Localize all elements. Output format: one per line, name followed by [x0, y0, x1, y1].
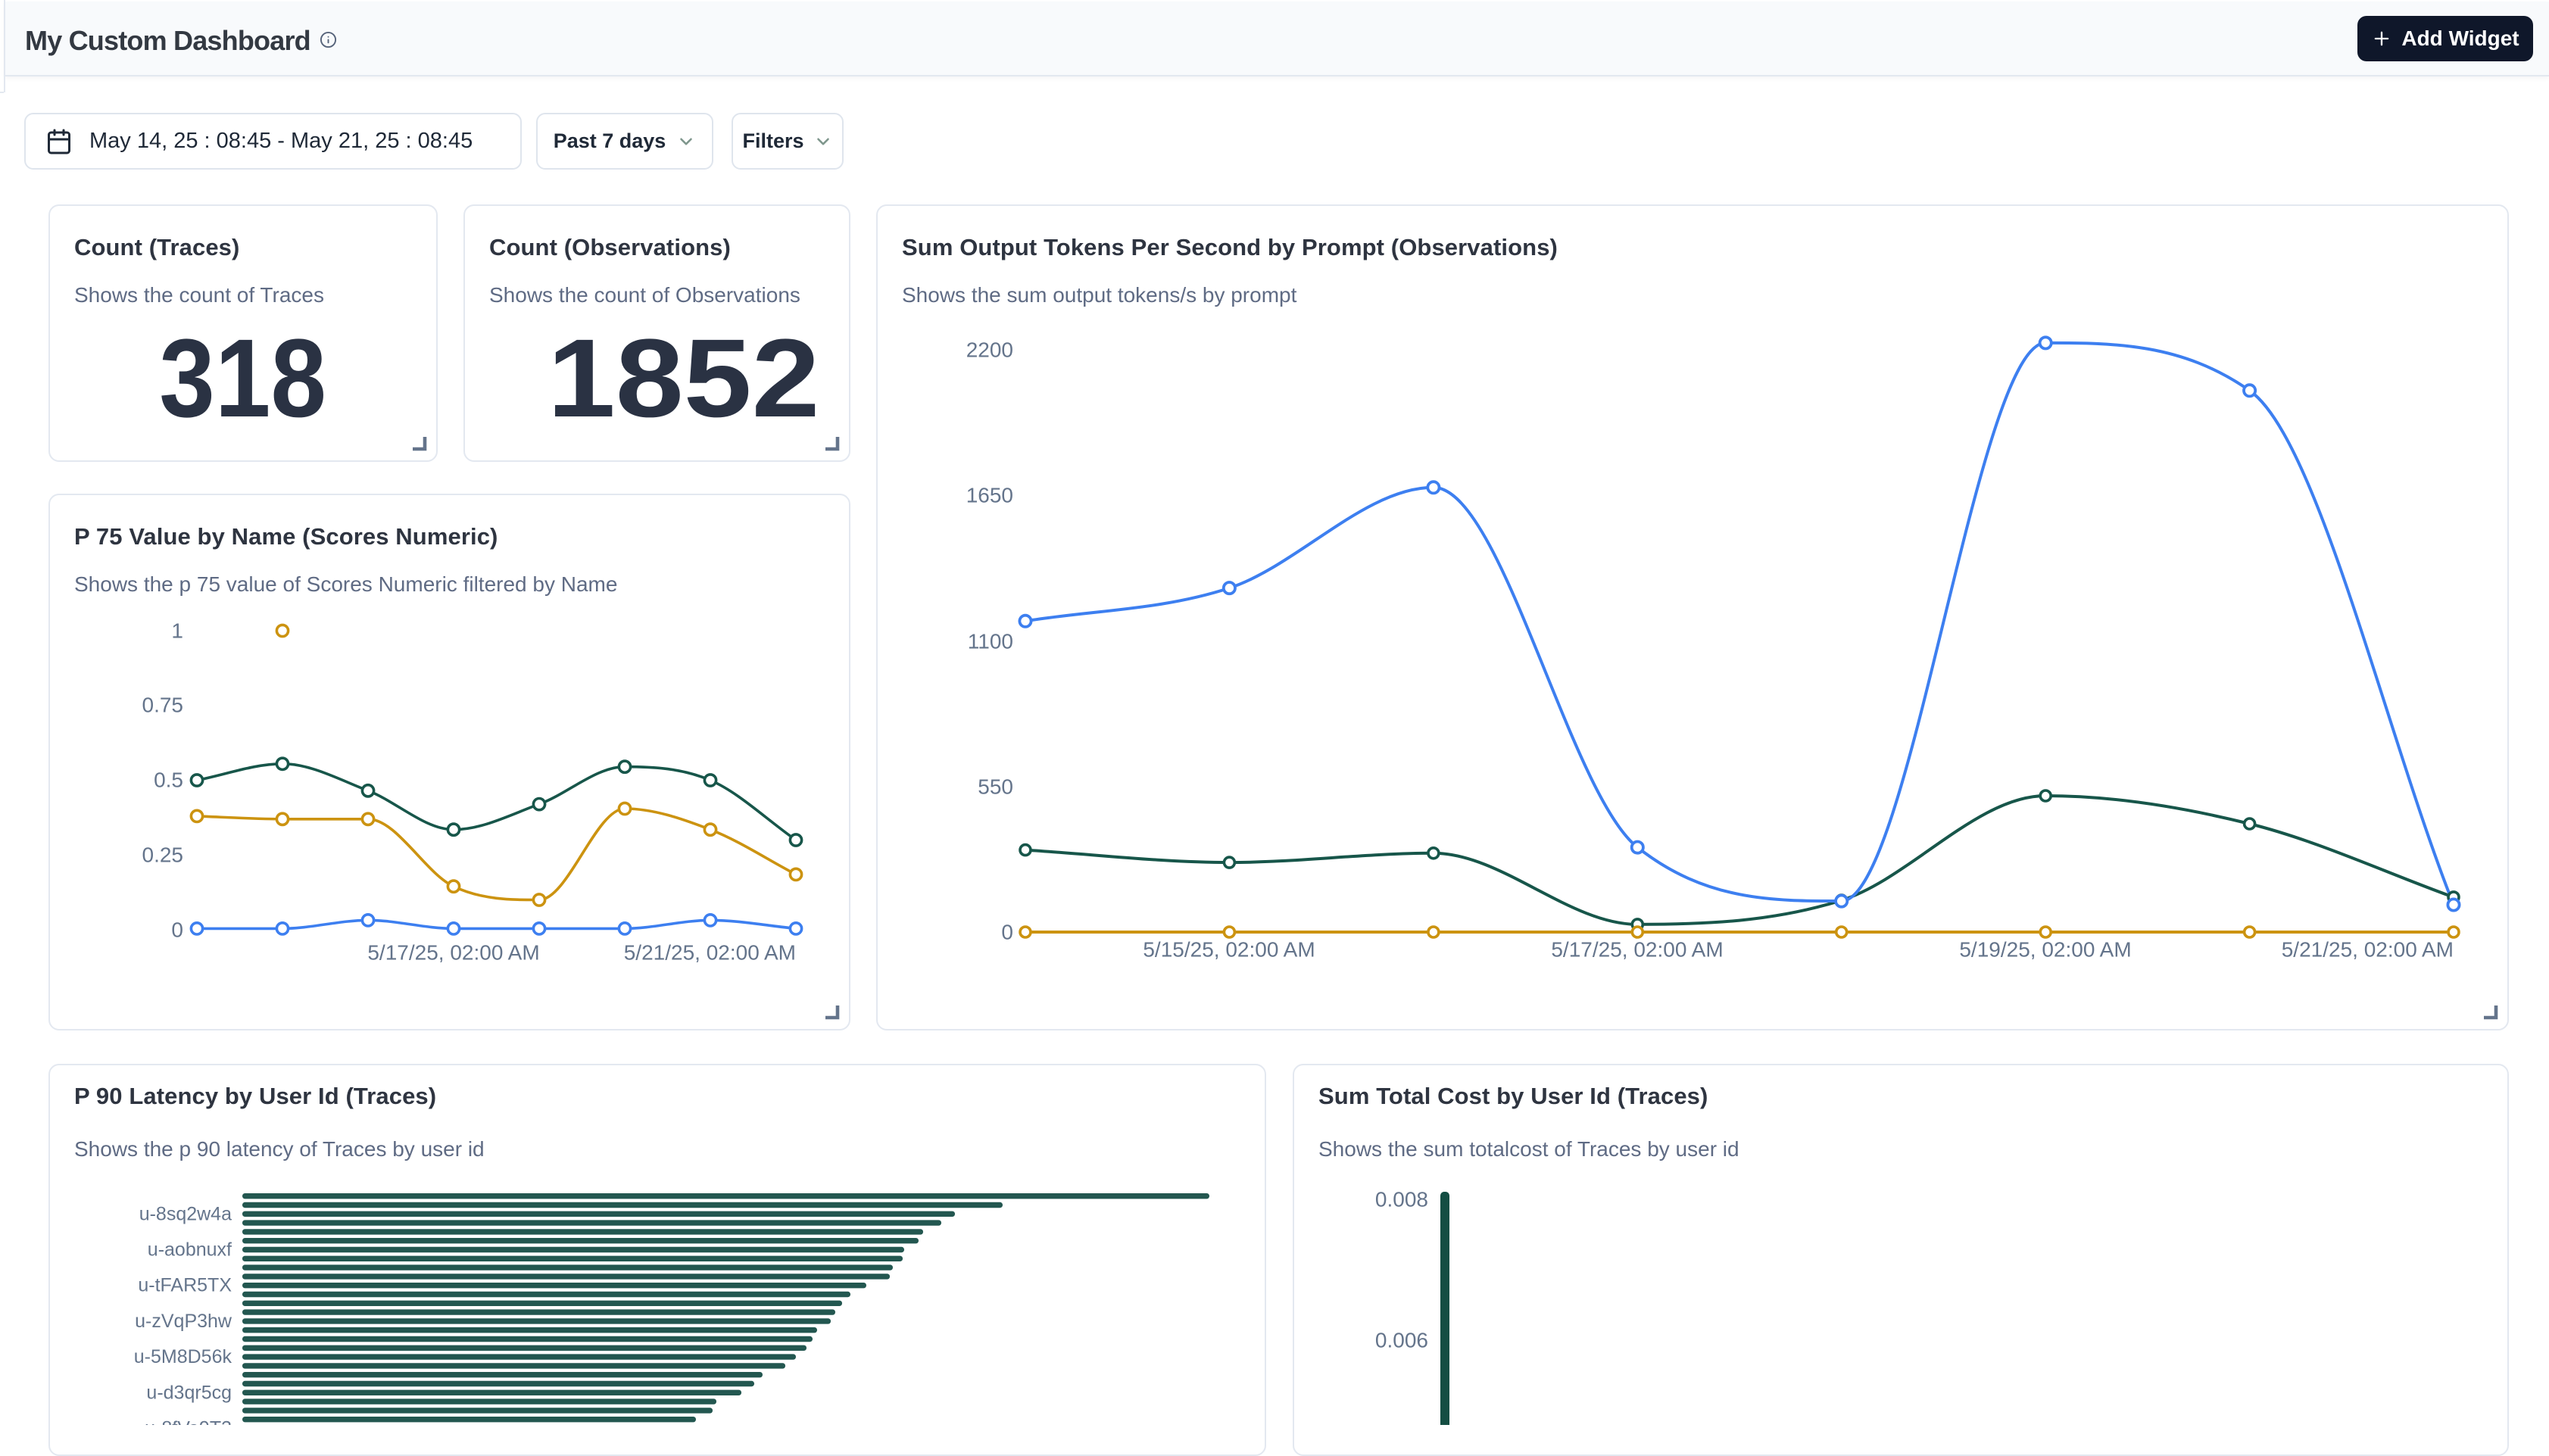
svg-text:5/21/25, 02:00 AM: 5/21/25, 02:00 AM	[624, 941, 796, 965]
svg-text:u-tFAR5TX: u-tFAR5TX	[138, 1275, 232, 1296]
svg-text:5/15/25, 02:00 AM: 5/15/25, 02:00 AM	[1143, 938, 1315, 962]
svg-text:u-8fVa9T3: u-8fVa9T3	[145, 1418, 232, 1426]
svg-text:550: 550	[978, 775, 1013, 799]
svg-text:0.75: 0.75	[142, 694, 184, 717]
svg-text:0.006: 0.006	[1375, 1329, 1428, 1352]
svg-text:1650: 1650	[966, 484, 1013, 507]
svg-text:u-d3qr5cg: u-d3qr5cg	[146, 1382, 232, 1403]
svg-text:5/17/25, 02:00 AM: 5/17/25, 02:00 AM	[367, 941, 539, 965]
svg-text:u-5M8D56k: u-5M8D56k	[134, 1346, 232, 1367]
svg-text:5/21/25, 02:00 AM: 5/21/25, 02:00 AM	[2282, 938, 2454, 962]
svg-text:0: 0	[1001, 921, 1013, 944]
svg-text:5/17/25, 02:00 AM: 5/17/25, 02:00 AM	[1551, 938, 1723, 962]
svg-text:0.25: 0.25	[142, 843, 184, 867]
svg-text:5/19/25, 02:00 AM: 5/19/25, 02:00 AM	[1959, 938, 2131, 962]
svg-text:0.008: 0.008	[1375, 1188, 1428, 1211]
svg-text:1100: 1100	[968, 630, 1013, 653]
svg-text:1: 1	[171, 619, 183, 643]
svg-text:u-zVqP3hw: u-zVqP3hw	[135, 1311, 232, 1332]
svg-text:u-aobnuxf: u-aobnuxf	[148, 1239, 232, 1261]
svg-text:0: 0	[171, 918, 183, 942]
svg-text:u-8sq2w4a: u-8sq2w4a	[139, 1203, 232, 1224]
svg-text:2200: 2200	[966, 338, 1013, 362]
svg-text:0.5: 0.5	[154, 769, 183, 792]
